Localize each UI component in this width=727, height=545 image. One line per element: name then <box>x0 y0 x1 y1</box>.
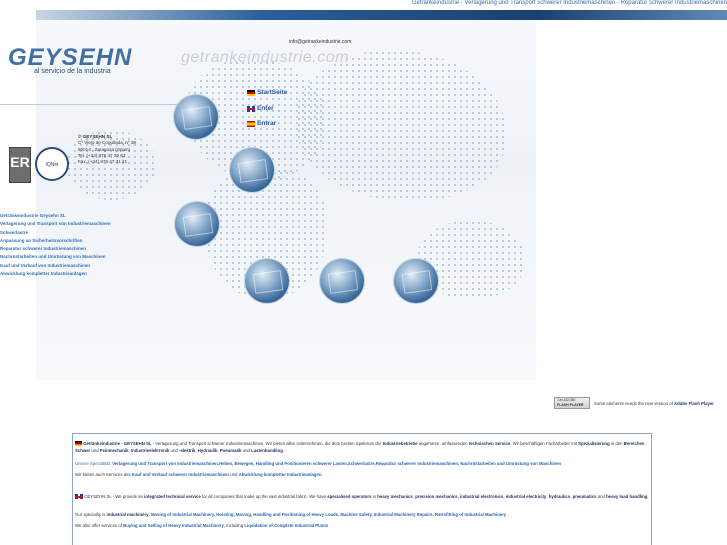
german-services-paragraph: Wir bieten auch Services des Kauf und Ve… <box>75 472 323 477</box>
info-box: Getränkeindustrie - GEYSEHN SL - Verlage… <box>72 433 652 545</box>
nav-link[interactable]: Getränkeindustrie Geysehn SL <box>0 212 111 220</box>
iqnet-certificate-logo: IQNet <box>35 147 69 181</box>
site-watermark: getrankeindustrie.com <box>181 49 349 66</box>
machinery-photo-6 <box>394 259 438 303</box>
nav-link[interactable]: Reparatur schwerer Industriemaschinen <box>0 245 111 253</box>
map-dots-asia <box>296 50 506 200</box>
lang-link-spanish[interactable]: Entrar <box>247 120 276 127</box>
machinery-photo-4 <box>245 259 289 303</box>
flash-player-notice: Get ADOBE FLASH PLAYER Some elements nee… <box>554 397 714 409</box>
machinery-photo-3 <box>175 202 219 246</box>
get-flash-player-button[interactable]: Get ADOBE FLASH PLAYER <box>554 397 590 409</box>
lang-label: Enter <box>257 105 274 112</box>
nav-link[interactable]: Nachrüstarbeiten und Umrüstung von Masch… <box>0 253 111 261</box>
flash-badge-line: FLASH PLAYER <box>557 403 584 407</box>
nav-link[interactable]: Verlagerung und Transport von Industriem… <box>0 220 111 228</box>
lang-label: StartSeite <box>257 89 288 96</box>
nav-link[interactable]: Anpassung an Sicherheitsvorschriften <box>0 237 111 245</box>
germany-flag-icon <box>75 441 82 447</box>
spain-flag-icon <box>247 120 255 127</box>
top-keyword-bar: Getränkeindustrie - Verlagerung und Tran… <box>411 0 727 6</box>
logo-rule <box>0 104 180 105</box>
german-intro-paragraph: Getränkeindustrie - GEYSEHN SL - Verlage… <box>75 441 645 453</box>
contact-block: © GEYSEHN SL Cº Viejo de Cogullada, nº 3… <box>78 134 136 165</box>
nav-link[interactable]: Abwicklung kompletter Industrieanlagen <box>0 270 111 278</box>
germany-flag-icon <box>247 89 255 96</box>
flash-product-link[interactable]: Adobe Flash Player <box>674 401 714 406</box>
uk-flag-icon <box>247 105 255 112</box>
lang-link-german[interactable]: StartSeite <box>247 89 287 96</box>
logo-tagline: al servicio de la industria <box>34 68 111 75</box>
german-speciality-paragraph: Unsere Spezialität: Verlagerung und Tran… <box>75 461 564 466</box>
header-band-right <box>537 10 727 20</box>
uk-flag-icon <box>75 494 83 501</box>
address-line: 50014 . Zaragoza (Spain) <box>78 146 131 152</box>
header-band <box>36 10 537 20</box>
english-intro-paragraph: GEYSEHN SL - We provide an integrated te… <box>75 493 649 501</box>
email-link[interactable]: info@getrankeindustrie.com <box>289 39 351 45</box>
nav-link[interactable]: Schwerlastre <box>0 229 111 237</box>
lang-link-english[interactable]: Enter <box>247 105 274 112</box>
fax-line: Fax. (+34) 976 47 31 21 <box>78 159 128 165</box>
flash-notice-text: Some elements needs the new version of <box>594 400 673 406</box>
lang-label: Entrar <box>257 120 277 127</box>
machinery-photo-2 <box>230 148 274 192</box>
english-speciality-paragraph: Our speciality is industrial machinery: … <box>75 512 509 517</box>
side-nav: Getränkeindustrie Geysehn SL Verlagerung… <box>0 212 111 278</box>
world-map-hero <box>36 20 536 380</box>
nav-link[interactable]: Kauf und Verkauf von Industriemaschinen <box>0 262 111 270</box>
machinery-photo-5 <box>320 259 364 303</box>
address-line: Cº Viejo de Cogullada, nº 38 <box>78 140 136 146</box>
er-certificate-logo: ER <box>9 147 31 183</box>
english-services-paragraph: We also offer services of Buying and Sel… <box>75 523 330 528</box>
machinery-photo-1 <box>174 95 218 139</box>
